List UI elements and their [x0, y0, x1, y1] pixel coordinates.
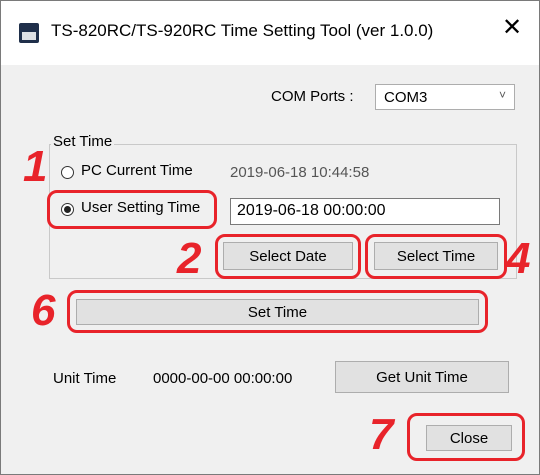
user-setting-time-label[interactable]: User Setting Time — [81, 199, 200, 216]
user-setting-time-radio[interactable] — [61, 203, 74, 216]
com-ports-select[interactable]: COM3 ˅ — [375, 84, 515, 110]
pc-current-time-value: 2019-06-18 10:44:58 — [230, 164, 370, 181]
close-button[interactable]: Close — [426, 425, 512, 451]
unit-time-value: 0000-00-00 00:00:00 — [153, 370, 293, 387]
com-ports-selected-value: COM3 — [384, 89, 428, 106]
com-ports-label: COM Ports : — [271, 88, 354, 105]
step-number-4: 4 — [506, 234, 531, 283]
step-number-2: 2 — [177, 234, 202, 283]
select-date-button[interactable]: Select Date — [223, 242, 353, 270]
dialog-window: TS-820RC/TS-920RC Time Setting Tool (ver… — [0, 0, 540, 475]
set-time-button[interactable]: Set Time — [76, 299, 479, 325]
chevron-down-icon: ˅ — [498, 88, 506, 102]
title-bar: TS-820RC/TS-920RC Time Setting Tool (ver… — [1, 1, 539, 65]
step-number-7: 7 — [369, 410, 394, 459]
window-title: TS-820RC/TS-920RC Time Setting Tool (ver… — [51, 21, 434, 40]
close-icon[interactable]: ✕ — [501, 15, 523, 41]
pc-current-time-label[interactable]: PC Current Time — [81, 162, 193, 179]
get-unit-time-button[interactable]: Get Unit Time — [335, 361, 509, 393]
step-number-6: 6 — [31, 286, 56, 335]
app-icon — [19, 23, 39, 43]
step-number-1: 1 — [23, 142, 48, 191]
user-setting-time-input-value: 2019-06-18 00:00:00 — [237, 202, 386, 219]
user-setting-time-input[interactable]: 2019-06-18 00:00:00 — [230, 198, 500, 225]
set-time-group-title: Set Time — [51, 133, 115, 150]
select-time-button[interactable]: Select Time — [374, 242, 498, 270]
pc-current-time-radio[interactable] — [61, 166, 74, 179]
unit-time-label: Unit Time — [53, 370, 117, 387]
